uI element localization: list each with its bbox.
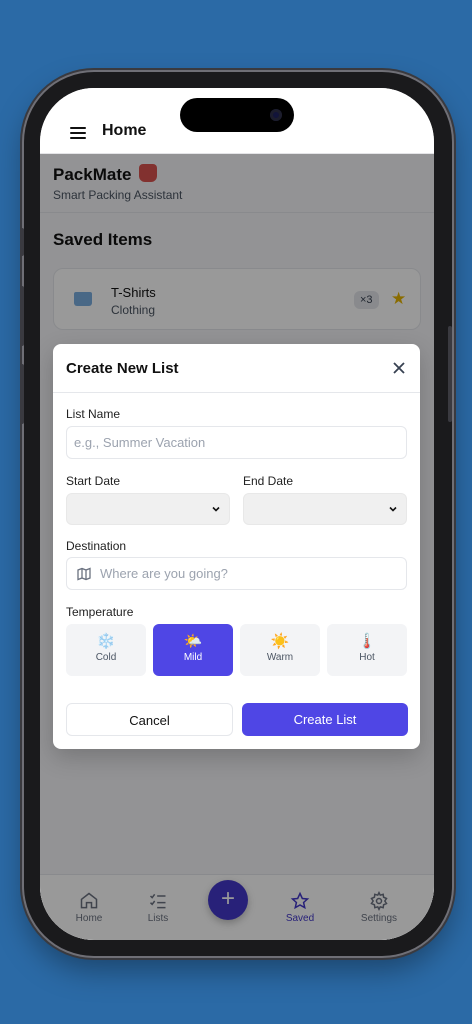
destination-input[interactable] [66, 557, 407, 590]
temperature-option-mild[interactable]: 🌤️ Mild [153, 624, 233, 676]
modal-header: Create New List [53, 344, 420, 393]
temperature-option-warm[interactable]: ☀️ Warm [240, 624, 320, 676]
action-button [20, 228, 24, 256]
power-button [448, 326, 452, 422]
destination-label: Destination [66, 539, 127, 553]
start-date-select[interactable] [66, 493, 230, 525]
camera-icon [270, 109, 282, 121]
create-list-button[interactable]: Create List [242, 703, 408, 736]
cancel-button[interactable]: Cancel [66, 703, 233, 736]
temperature-option-label: Cold [95, 652, 117, 663]
sun-icon: ☀️ [270, 633, 290, 650]
chevron-down-icon [212, 506, 220, 512]
chevron-down-icon [389, 506, 397, 512]
dynamic-island [180, 98, 294, 132]
temperature-option-label: Warm [266, 652, 294, 663]
modal-title: Create New List [66, 360, 179, 377]
volume-up-button [20, 286, 24, 346]
create-list-modal: Create New List List Name Start Date End… [53, 344, 420, 749]
end-date-label: End Date [243, 474, 294, 488]
hamburger-menu-icon[interactable] [70, 127, 86, 139]
list-name-label: List Name [66, 407, 121, 421]
list-name-input[interactable] [66, 426, 407, 459]
end-date-select[interactable] [243, 493, 407, 525]
thermometer-icon: 🌡️ [357, 633, 377, 650]
close-icon[interactable] [392, 361, 406, 375]
temperature-label: Temperature [66, 605, 134, 619]
snowflake-icon: ❄️ [96, 633, 116, 650]
temperature-option-label: Hot [359, 652, 375, 663]
temperature-option-cold[interactable]: ❄️ Cold [66, 624, 146, 676]
temperature-option-hot[interactable]: 🌡️ Hot [327, 624, 407, 676]
page-title: Home [102, 122, 147, 139]
sun-cloud-icon: 🌤️ [183, 633, 203, 650]
temperature-option-label: Mild [183, 652, 203, 663]
phone-screen: Home PackMate Smart Packing Assistant Sa… [40, 88, 434, 940]
volume-down-button [20, 364, 24, 424]
start-date-label: Start Date [66, 474, 121, 488]
map-icon [77, 567, 91, 581]
